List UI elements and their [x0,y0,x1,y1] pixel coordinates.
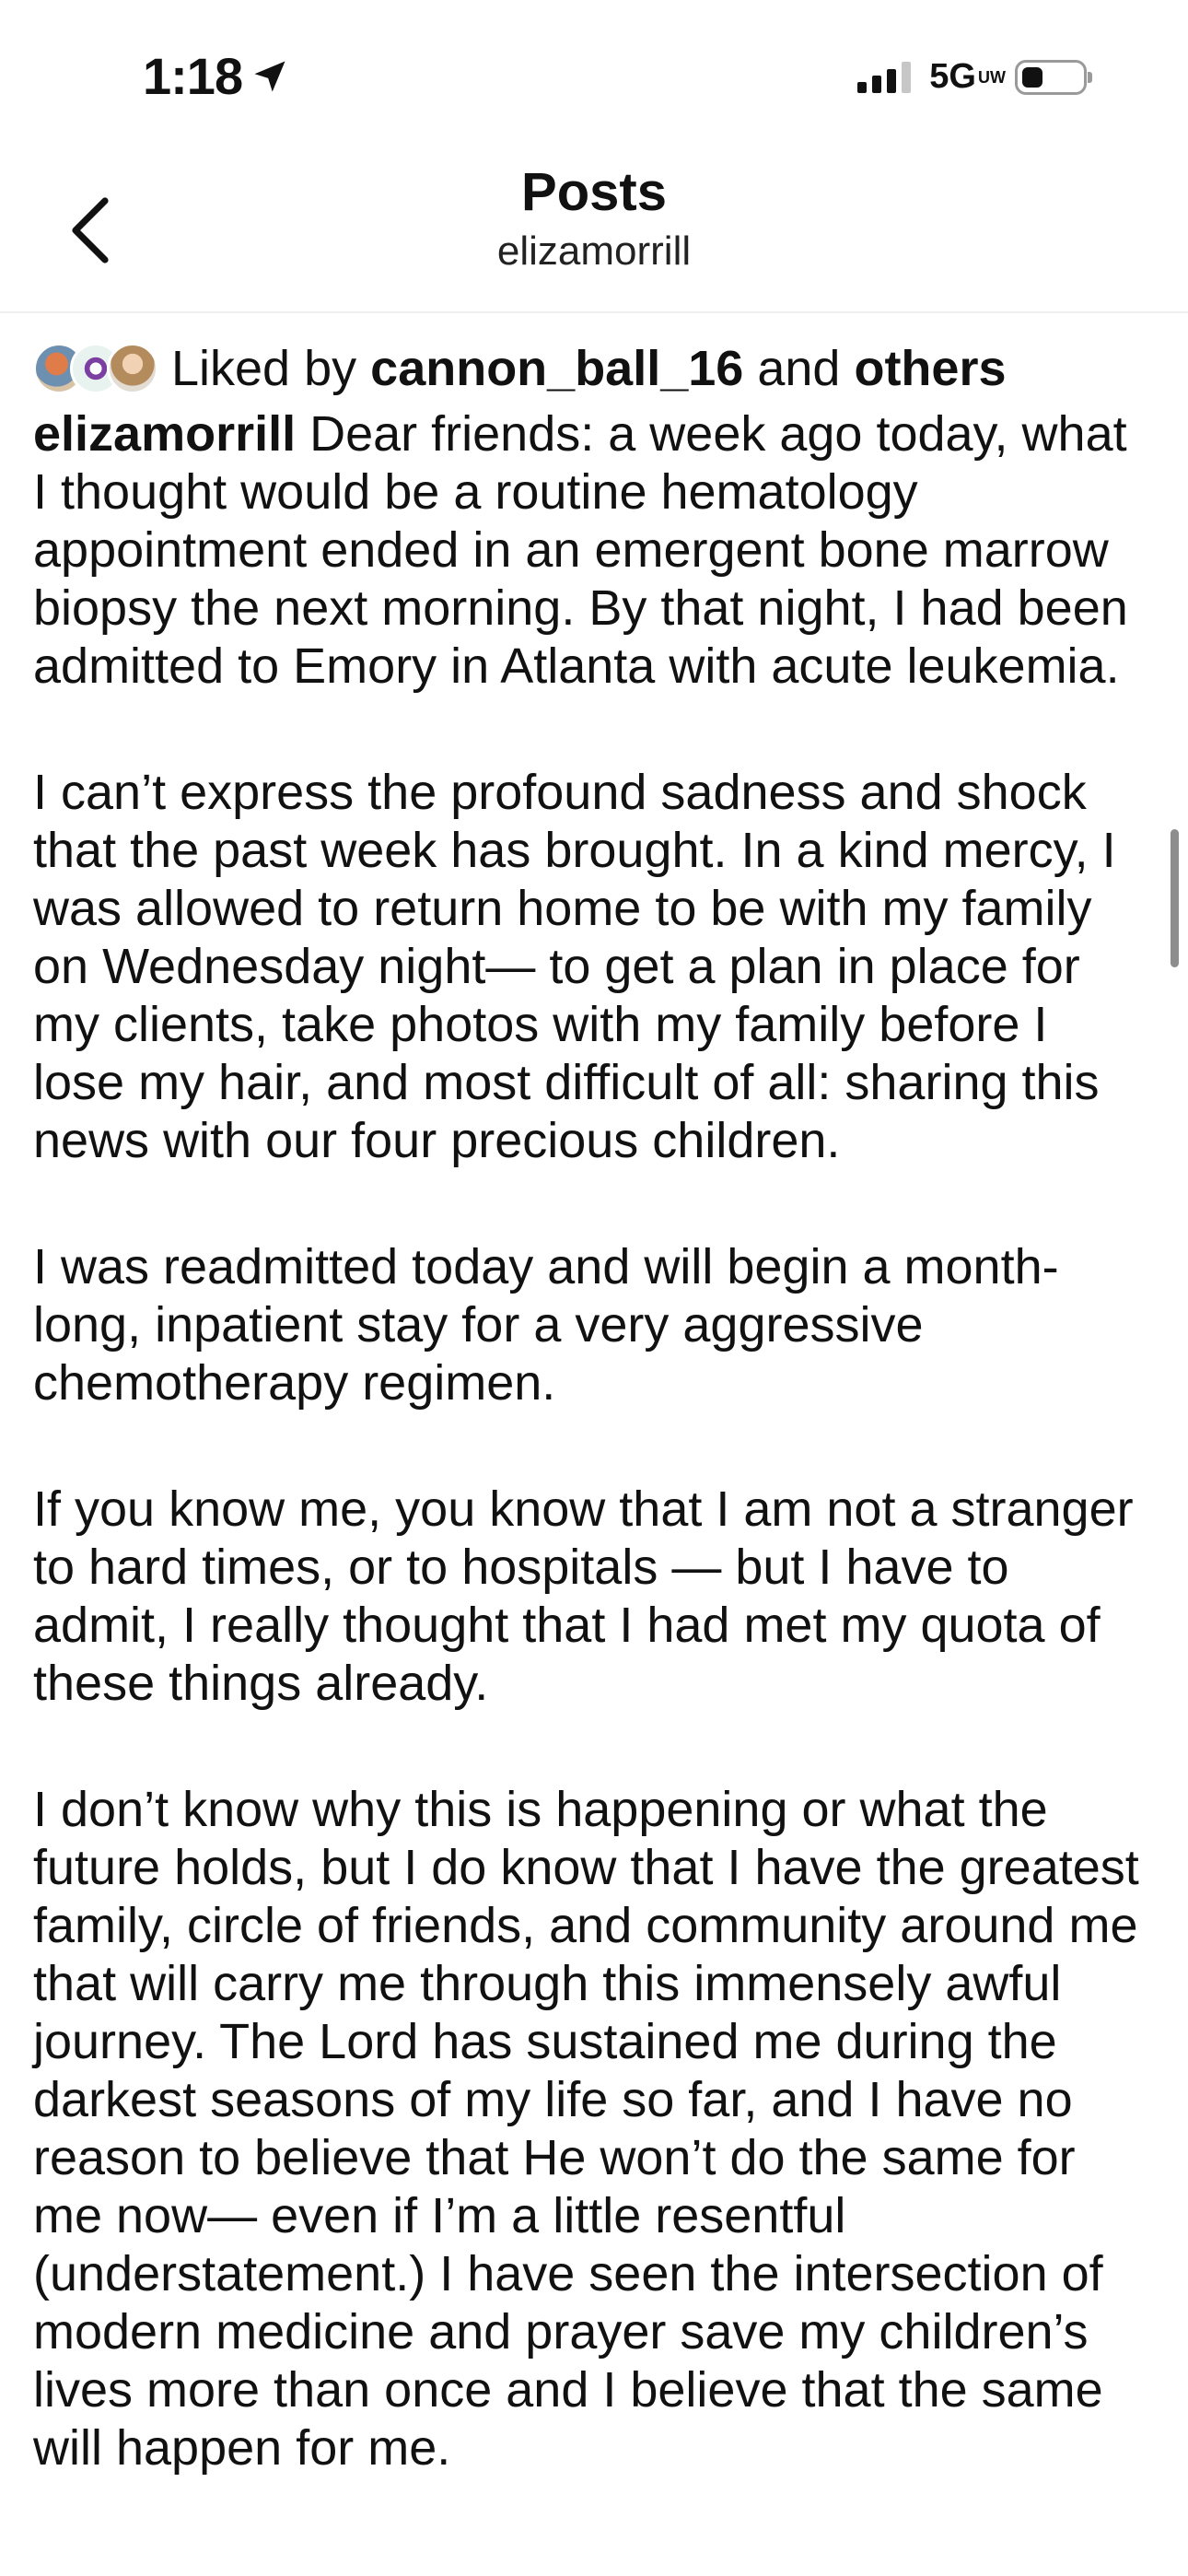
post-caption: elizamorrill Dear friends: a week ago to… [33,405,1152,2477]
page-subtitle[interactable]: elizamorrill [0,228,1188,275]
time-text: 1:18 [143,47,243,105]
avatar[interactable] [107,343,158,394]
cellular-signal-icon [857,61,912,93]
scrollbar[interactable] [1171,829,1179,967]
page-title: Posts [521,162,667,222]
network-badge: UW [978,67,1006,87]
status-indicators: 5G UW [857,57,1092,97]
battery-icon [1015,59,1092,95]
navigation-header: Posts elizamorrill [0,147,1188,313]
caption-paragraph: I was readmitted today and will begin a … [33,1239,1059,1411]
location-arrow-icon [254,61,285,91]
clock: 1:18 [143,46,290,106]
network-label: 5G [929,57,976,96]
caption-paragraph: elizamorrill Dear friends: a week ago to… [33,405,1152,696]
liker-avatars[interactable] [33,343,158,394]
liker-username-link[interactable]: cannon_ball_16 [370,339,743,398]
liked-by-label: Liked by [171,341,357,396]
status-bar: 1:18 5G UW [0,0,1188,147]
caption-paragraph: If you know me, you know that I am not a… [33,1481,1134,1711]
likes-row[interactable]: Liked by cannon_ball_16 and others [33,332,1152,405]
post-content: Liked by cannon_ball_16 and others eliza… [33,332,1152,2546]
caption-paragraph: I can’t express the profound sadness and… [33,765,1116,1168]
caption-username-link[interactable]: elizamorrill [33,406,296,462]
likes-others-link[interactable]: others [854,339,1006,398]
network-type: 5G UW [929,57,1006,97]
caption-paragraph: I don’t know why this is happening or wh… [33,1782,1139,2476]
likes-joiner: and [757,341,841,396]
